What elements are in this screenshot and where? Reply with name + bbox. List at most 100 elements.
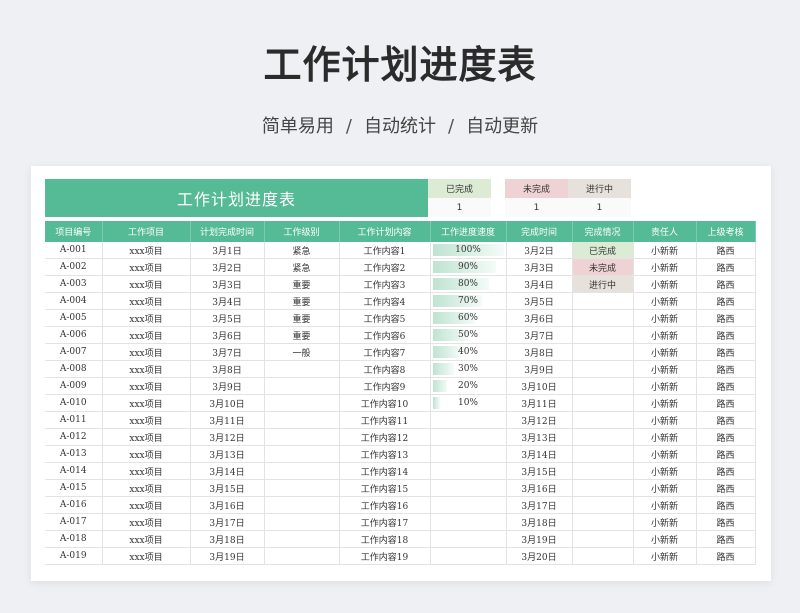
cell-status[interactable] bbox=[572, 445, 634, 463]
cell-status[interactable] bbox=[572, 309, 634, 327]
col-header-item[interactable]: 工作项目 bbox=[102, 221, 191, 242]
cell-item[interactable]: xxx项目 bbox=[102, 377, 191, 395]
cell-finish[interactable]: 3月20日 bbox=[506, 547, 573, 565]
cell-status[interactable] bbox=[572, 411, 634, 429]
cell-finish[interactable]: 3月6日 bbox=[506, 309, 573, 327]
cell-item[interactable]: xxx项目 bbox=[102, 292, 191, 310]
cell-progress[interactable]: 90% bbox=[430, 258, 507, 276]
col-header-plan-date[interactable]: 计划完成时间 bbox=[190, 221, 265, 242]
cell-level[interactable] bbox=[264, 462, 340, 480]
cell-finish[interactable]: 3月14日 bbox=[506, 445, 573, 463]
cell-item[interactable]: xxx项目 bbox=[102, 360, 191, 378]
cell-status[interactable] bbox=[572, 547, 634, 565]
col-header-id[interactable]: 项目编号 bbox=[45, 221, 103, 242]
cell-status[interactable]: 进行中 bbox=[572, 275, 634, 293]
cell-item[interactable]: xxx项目 bbox=[102, 309, 191, 327]
cell-owner[interactable]: 小新新 bbox=[633, 547, 697, 565]
cell-plan[interactable]: 3月13日 bbox=[190, 445, 265, 463]
cell-plan[interactable]: 3月17日 bbox=[190, 513, 265, 531]
cell-owner[interactable]: 小新新 bbox=[633, 275, 697, 293]
cell-content[interactable]: 工作内容1 bbox=[339, 242, 431, 259]
cell-id[interactable]: A-015 bbox=[45, 479, 103, 497]
cell-finish[interactable]: 3月4日 bbox=[506, 275, 573, 293]
cell-content[interactable]: 工作内容14 bbox=[339, 462, 431, 480]
cell-id[interactable]: A-002 bbox=[45, 258, 103, 276]
cell-id[interactable]: A-012 bbox=[45, 428, 103, 446]
cell-level[interactable] bbox=[264, 445, 340, 463]
cell-id[interactable]: A-005 bbox=[45, 309, 103, 327]
cell-owner[interactable]: 小新新 bbox=[633, 360, 697, 378]
cell-progress[interactable] bbox=[430, 513, 507, 531]
cell-reviewer[interactable]: 路西 bbox=[696, 496, 756, 514]
cell-progress[interactable]: 60% bbox=[430, 309, 507, 327]
cell-content[interactable]: 工作内容18 bbox=[339, 530, 431, 548]
cell-plan[interactable]: 3月12日 bbox=[190, 428, 265, 446]
cell-content[interactable]: 工作内容15 bbox=[339, 479, 431, 497]
cell-owner[interactable]: 小新新 bbox=[633, 242, 697, 259]
cell-progress[interactable] bbox=[430, 411, 507, 429]
cell-plan[interactable]: 3月6日 bbox=[190, 326, 265, 344]
cell-owner[interactable]: 小新新 bbox=[633, 343, 697, 361]
cell-level[interactable] bbox=[264, 513, 340, 531]
cell-status[interactable] bbox=[572, 513, 634, 531]
cell-finish[interactable]: 3月18日 bbox=[506, 513, 573, 531]
cell-finish[interactable]: 3月10日 bbox=[506, 377, 573, 395]
cell-finish[interactable]: 3月2日 bbox=[506, 242, 573, 259]
cell-level[interactable] bbox=[264, 411, 340, 429]
cell-id[interactable]: A-006 bbox=[45, 326, 103, 344]
cell-level[interactable] bbox=[264, 360, 340, 378]
cell-item[interactable]: xxx项目 bbox=[102, 547, 191, 565]
cell-id[interactable]: A-014 bbox=[45, 462, 103, 480]
cell-plan[interactable]: 3月8日 bbox=[190, 360, 265, 378]
cell-item[interactable]: xxx项目 bbox=[102, 411, 191, 429]
col-header-progress[interactable]: 工作进度速度 bbox=[430, 221, 507, 242]
stat-prog-value[interactable]: 1 bbox=[568, 198, 631, 217]
cell-progress[interactable]: 30% bbox=[430, 360, 507, 378]
cell-reviewer[interactable]: 路西 bbox=[696, 547, 756, 565]
cell-plan[interactable]: 3月2日 bbox=[190, 258, 265, 276]
cell-finish[interactable]: 3月19日 bbox=[506, 530, 573, 548]
cell-item[interactable]: xxx项目 bbox=[102, 343, 191, 361]
cell-status[interactable] bbox=[572, 496, 634, 514]
cell-owner[interactable]: 小新新 bbox=[633, 411, 697, 429]
cell-id[interactable]: A-004 bbox=[45, 292, 103, 310]
cell-finish[interactable]: 3月5日 bbox=[506, 292, 573, 310]
cell-id[interactable]: A-019 bbox=[45, 547, 103, 565]
cell-finish[interactable]: 3月11日 bbox=[506, 394, 573, 412]
cell-status[interactable] bbox=[572, 428, 634, 446]
cell-progress[interactable]: 80% bbox=[430, 275, 507, 293]
cell-reviewer[interactable]: 路西 bbox=[696, 428, 756, 446]
cell-content[interactable]: 工作内容16 bbox=[339, 496, 431, 514]
cell-plan[interactable]: 3月19日 bbox=[190, 547, 265, 565]
cell-owner[interactable]: 小新新 bbox=[633, 445, 697, 463]
cell-reviewer[interactable]: 路西 bbox=[696, 343, 756, 361]
stat-done-value[interactable]: 1 bbox=[428, 198, 491, 217]
cell-level[interactable] bbox=[264, 530, 340, 548]
cell-reviewer[interactable]: 路西 bbox=[696, 530, 756, 548]
cell-plan[interactable]: 3月10日 bbox=[190, 394, 265, 412]
stat-todo-value[interactable]: 1 bbox=[505, 198, 568, 217]
cell-content[interactable]: 工作内容6 bbox=[339, 326, 431, 344]
cell-id[interactable]: A-008 bbox=[45, 360, 103, 378]
col-header-reviewer[interactable]: 上级考核 bbox=[696, 221, 756, 242]
cell-plan[interactable]: 3月3日 bbox=[190, 275, 265, 293]
cell-plan[interactable]: 3月5日 bbox=[190, 309, 265, 327]
cell-reviewer[interactable]: 路西 bbox=[696, 242, 756, 259]
cell-reviewer[interactable]: 路西 bbox=[696, 462, 756, 480]
cell-content[interactable]: 工作内容13 bbox=[339, 445, 431, 463]
cell-owner[interactable]: 小新新 bbox=[633, 513, 697, 531]
cell-progress[interactable]: 50% bbox=[430, 326, 507, 344]
cell-id[interactable]: A-009 bbox=[45, 377, 103, 395]
cell-item[interactable]: xxx项目 bbox=[102, 462, 191, 480]
col-header-status[interactable]: 完成情况 bbox=[572, 221, 634, 242]
cell-owner[interactable]: 小新新 bbox=[633, 292, 697, 310]
cell-item[interactable]: xxx项目 bbox=[102, 428, 191, 446]
cell-finish[interactable]: 3月8日 bbox=[506, 343, 573, 361]
cell-level[interactable] bbox=[264, 496, 340, 514]
cell-owner[interactable]: 小新新 bbox=[633, 394, 697, 412]
cell-owner[interactable]: 小新新 bbox=[633, 462, 697, 480]
cell-item[interactable]: xxx项目 bbox=[102, 394, 191, 412]
cell-content[interactable]: 工作内容9 bbox=[339, 377, 431, 395]
cell-reviewer[interactable]: 路西 bbox=[696, 377, 756, 395]
cell-status[interactable] bbox=[572, 377, 634, 395]
